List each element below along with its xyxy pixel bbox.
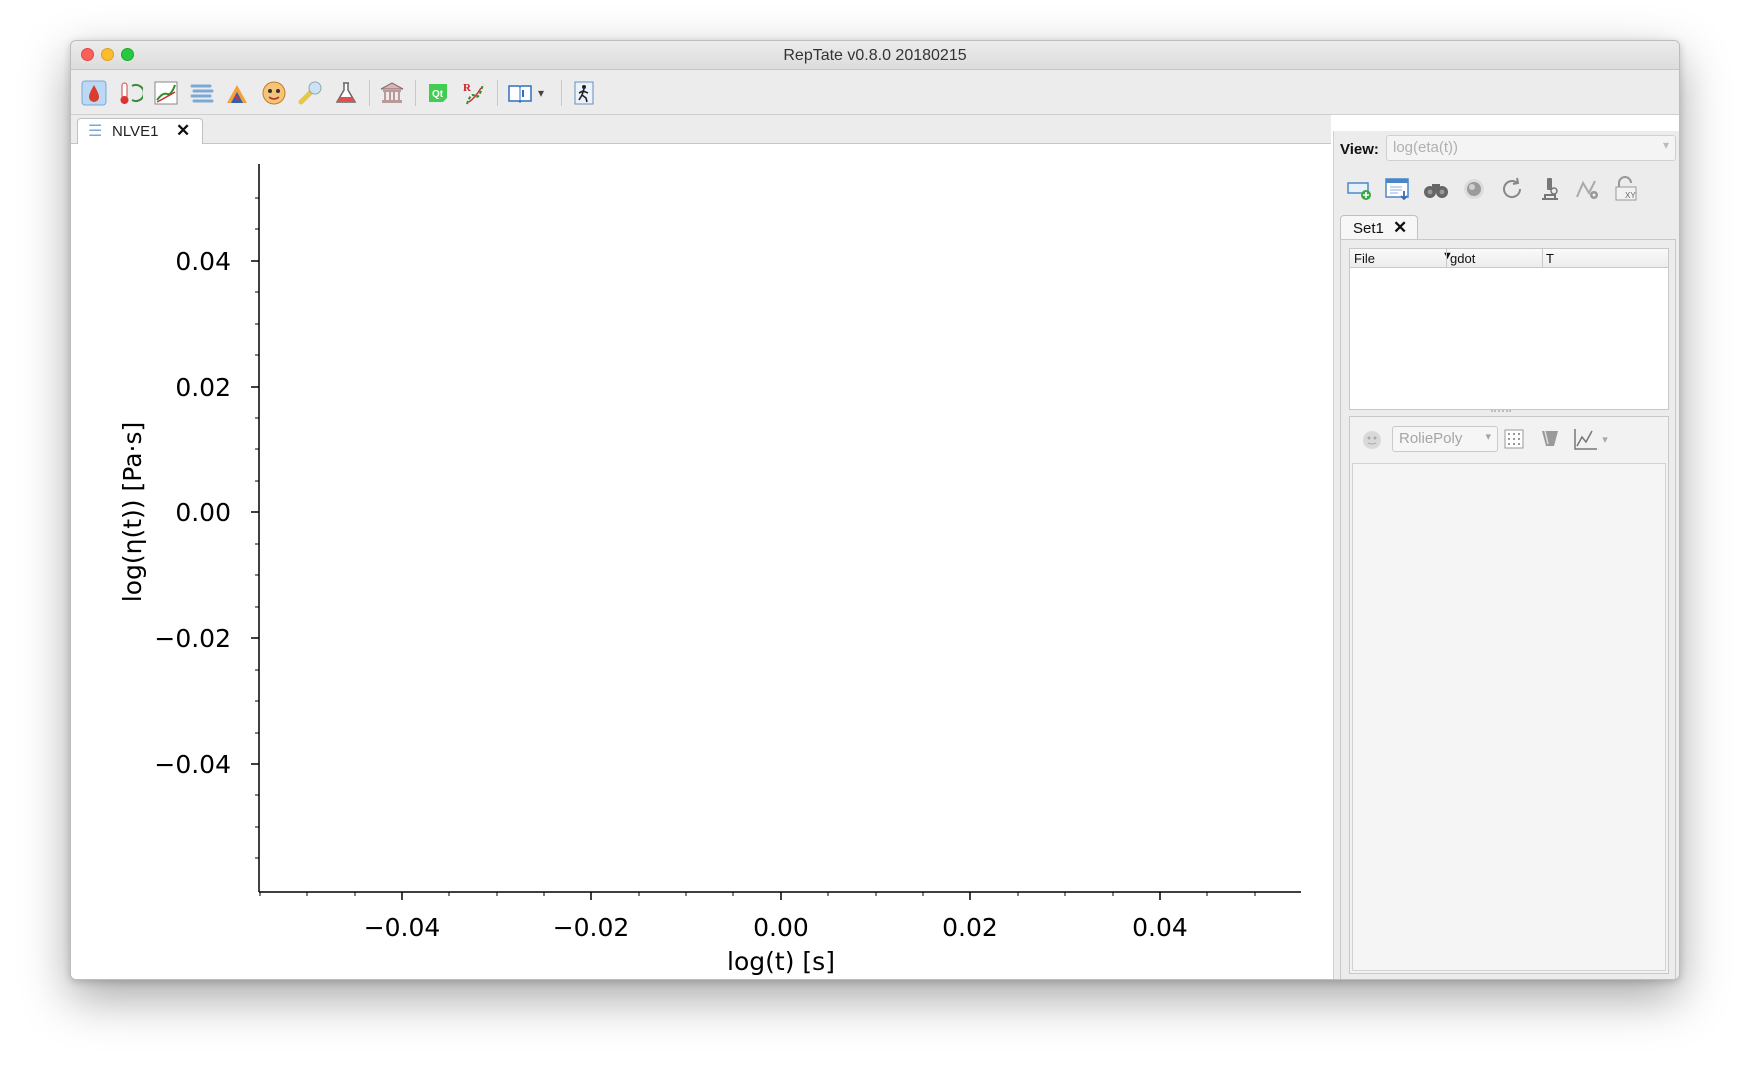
- chevron-down-icon: ▾: [1662, 138, 1669, 152]
- react-application-icon[interactable]: [331, 78, 361, 108]
- tab-nlve1[interactable]: ☰ NLVE1 ✕: [77, 118, 203, 144]
- y-tick-label: −0.02: [154, 624, 231, 653]
- minimize-error-icon[interactable]: [1536, 425, 1564, 453]
- dielectric-application-icon[interactable]: [377, 78, 407, 108]
- y-tick-label: 0.04: [175, 247, 231, 276]
- close-tab-icon[interactable]: ✕: [1393, 218, 1407, 238]
- theory-toolbar: RoliePoly ▾ ▾: [1350, 417, 1668, 461]
- y-tick-label: −0.04: [154, 750, 231, 779]
- column-header-t[interactable]: T: [1546, 251, 1554, 266]
- close-tab-icon[interactable]: ✕: [176, 121, 190, 141]
- theory-options-icon[interactable]: [1572, 425, 1600, 453]
- app-window: RepTate v0.8.0 20180215 Qt R ▾ ☰ NLVE1 ✕…: [70, 40, 1680, 980]
- tab-label: NLVE1: [112, 123, 159, 140]
- view-select-value: log(eta(t)): [1393, 139, 1459, 156]
- lve-application-icon[interactable]: [151, 78, 181, 108]
- nlve-application-icon: ☰: [88, 123, 103, 140]
- gt-application-icon[interactable]: [223, 78, 253, 108]
- creep-application-icon[interactable]: [259, 78, 289, 108]
- view-select[interactable]: log(eta(t)) ▾: [1386, 135, 1676, 161]
- table-header: File ▼ gdot T: [1350, 249, 1668, 268]
- inspect-data-icon[interactable]: [1534, 173, 1566, 205]
- dataset-panel: View: log(eta(t)) ▾ XY Set1 ✕ File ▼ gdo…: [1333, 131, 1679, 979]
- y-tick-label: 0.00: [175, 498, 231, 527]
- new-dataset-icon[interactable]: [1344, 173, 1376, 205]
- chevron-down-icon: ▾: [1485, 431, 1491, 443]
- marker-icon[interactable]: [1458, 173, 1490, 205]
- theory-select-value: RoliePoly: [1399, 430, 1463, 447]
- x-tick-label: 0.02: [942, 913, 998, 942]
- application-tab-bar: ☰ NLVE1 ✕: [71, 115, 1331, 144]
- svg-text:Qt: Qt: [432, 89, 444, 100]
- column-header-file[interactable]: File: [1354, 251, 1375, 266]
- x-tick-label: 0.00: [753, 913, 809, 942]
- svg-text:XY: XY: [1625, 191, 1636, 200]
- binoculars-icon[interactable]: [1420, 173, 1452, 205]
- open-file-icon[interactable]: [1382, 173, 1414, 205]
- theory-icon[interactable]: [1358, 425, 1386, 453]
- main-toolbar: Qt R ▾: [71, 70, 1679, 115]
- y-axis-label: log(η(t)) [Pa·s]: [118, 422, 147, 602]
- x-axis-label: log(t) [s]: [727, 947, 835, 976]
- plot-canvas: 0.04 0.02 0.00 −0.02 −0.04 −0.04 −0.02 0…: [118, 164, 1301, 976]
- view-label: View:: [1340, 141, 1379, 158]
- splitter-handle[interactable]: [1491, 410, 1511, 414]
- manual-icon[interactable]: [505, 78, 535, 108]
- svg-text:R: R: [463, 82, 472, 94]
- chevron-down-icon[interactable]: ▾: [1598, 425, 1612, 453]
- column-header-gdot[interactable]: gdot: [1450, 251, 1475, 266]
- shift-data-icon[interactable]: [1572, 173, 1604, 205]
- tab-label: Set1: [1353, 220, 1384, 237]
- window-title: RepTate v0.8.0 20180215: [783, 47, 967, 64]
- lock-xy-icon[interactable]: XY: [1610, 173, 1642, 205]
- y-tick-label: 0.02: [175, 373, 231, 402]
- x-tick-label: −0.04: [364, 913, 441, 942]
- plot-area[interactable]: 0.04 0.02 0.00 −0.02 −0.04 −0.04 −0.02 0…: [71, 144, 1331, 979]
- theory-select[interactable]: RoliePoly ▾: [1392, 426, 1498, 452]
- theory-parameters-area[interactable]: [1352, 463, 1666, 971]
- x-tick-label: 0.04: [1132, 913, 1188, 942]
- theory-frame: RoliePoly ▾ ▾: [1349, 416, 1669, 974]
- nlve-application-icon[interactable]: [187, 78, 217, 108]
- sans-application-icon[interactable]: [295, 78, 325, 108]
- x-tick-label: −0.02: [553, 913, 630, 942]
- tab-set1[interactable]: Set1 ✕: [1340, 215, 1418, 240]
- quit-icon[interactable]: [569, 78, 599, 108]
- title-bar: RepTate v0.8.0 20180215: [71, 41, 1679, 70]
- dataset-table[interactable]: File ▼ gdot T: [1349, 248, 1669, 410]
- chevron-down-icon[interactable]: ▾: [533, 78, 549, 108]
- reload-icon[interactable]: [1496, 173, 1528, 205]
- tts-application-icon[interactable]: [115, 78, 145, 108]
- reptate-logo-icon[interactable]: R: [459, 78, 489, 108]
- dataset-frame: File ▼ gdot T RoliePoly ▾ ▾: [1340, 239, 1676, 979]
- mwd-application-icon[interactable]: [79, 78, 109, 108]
- dataset-toolbar: XY: [1344, 171, 1674, 207]
- calculator-icon[interactable]: [1500, 425, 1528, 453]
- qt-about-icon[interactable]: Qt: [423, 78, 453, 108]
